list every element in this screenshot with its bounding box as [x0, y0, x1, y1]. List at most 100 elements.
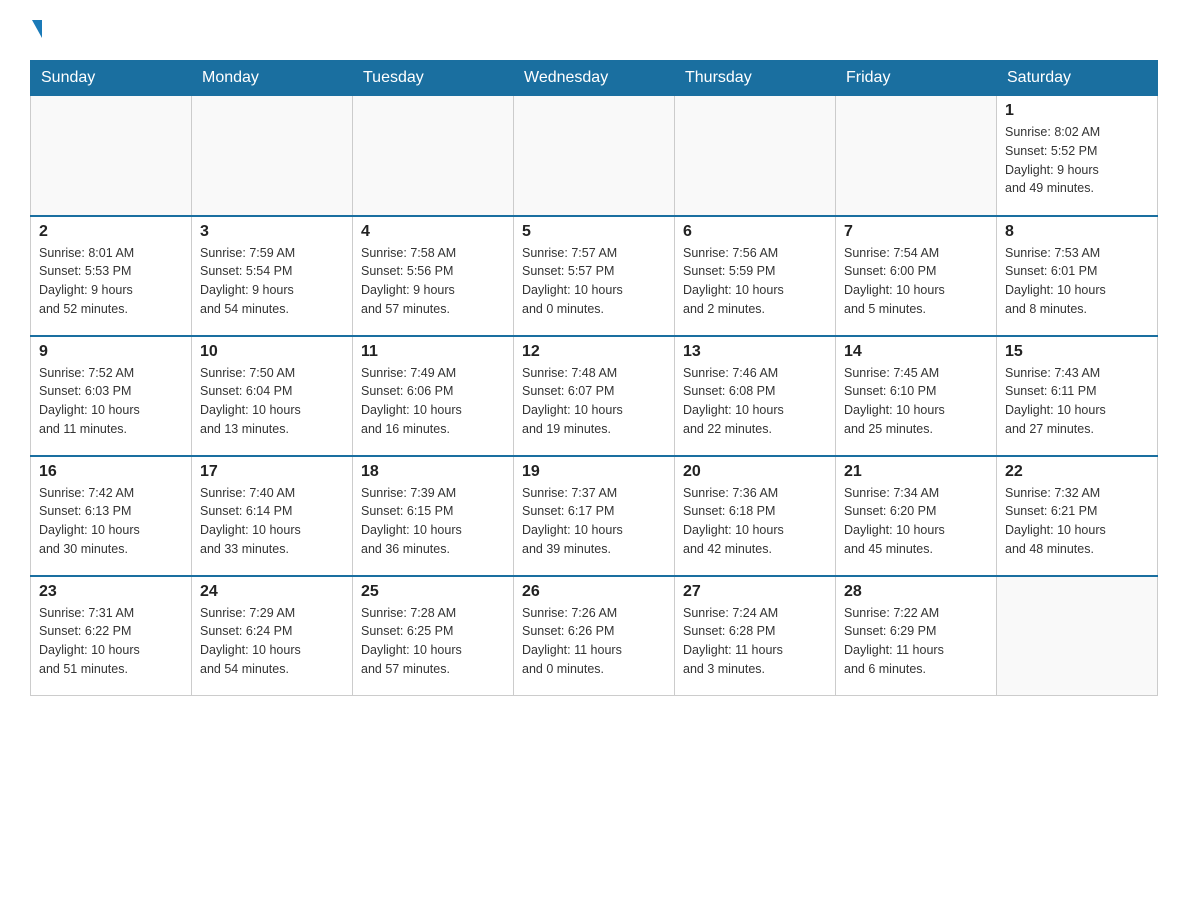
calendar-table: SundayMondayTuesdayWednesdayThursdayFrid…: [30, 60, 1158, 696]
calendar-cell: [514, 96, 675, 216]
calendar-cell: 20 Sunrise: 7:36 AMSunset: 6:18 PMDayligh…: [675, 456, 836, 576]
calendar-cell: 18 Sunrise: 7:39 AMSunset: 6:15 PMDayligh…: [353, 456, 514, 576]
day-header-wednesday: Wednesday: [514, 61, 675, 96]
calendar-header-row: SundayMondayTuesdayWednesdayThursdayFrid…: [31, 61, 1158, 96]
calendar-cell: 5Sunrise: 7:57 AMSunset: 5:57 PMDaylight…: [514, 216, 675, 336]
day-number: 28: [844, 583, 988, 601]
day-info: Sunrise: 7:45 AMSunset: 6:10 PMDaylight:…: [844, 364, 988, 439]
page-header: [30, 20, 1158, 40]
calendar-cell: 10 Sunrise: 7:50 AMSunset: 6:04 PMDayligh…: [192, 336, 353, 456]
day-info: Sunrise: 7:29 AMSunset: 6:24 PMDaylight:…: [200, 604, 344, 679]
calendar-cell: 27 Sunrise: 7:24 AMSunset: 6:28 PMDayligh…: [675, 576, 836, 696]
calendar-cell: 19Sunrise: 7:37 AMSunset: 6:17 PMDayligh…: [514, 456, 675, 576]
calendar-cell: 25 Sunrise: 7:28 AMSunset: 6:25 PMDayligh…: [353, 576, 514, 696]
day-info: Sunrise: 7:28 AMSunset: 6:25 PMDaylight:…: [361, 604, 505, 679]
calendar-cell: 23Sunrise: 7:31 AMSunset: 6:22 PMDayligh…: [31, 576, 192, 696]
day-number: 5: [522, 223, 666, 241]
day-number: 3: [200, 223, 344, 241]
day-info: Sunrise: 7:37 AMSunset: 6:17 PMDaylight:…: [522, 484, 666, 559]
day-number: 25: [361, 583, 505, 601]
day-number: 20: [683, 463, 827, 481]
day-number: 22: [1005, 463, 1149, 481]
day-info: Sunrise: 7:52 AMSunset: 6:03 PMDaylight:…: [39, 364, 183, 439]
calendar-cell: [997, 576, 1158, 696]
day-header-friday: Friday: [836, 61, 997, 96]
calendar-cell: 16 Sunrise: 7:42 AMSunset: 6:13 PMDayligh…: [31, 456, 192, 576]
day-header-tuesday: Tuesday: [353, 61, 514, 96]
calendar-week-row: 1 Sunrise: 8:02 AMSunset: 5:52 PMDaylight…: [31, 96, 1158, 216]
day-number: 16: [39, 463, 183, 481]
day-number: 14: [844, 343, 988, 361]
day-info: Sunrise: 7:49 AMSunset: 6:06 PMDaylight:…: [361, 364, 505, 439]
calendar-cell: 14 Sunrise: 7:45 AMSunset: 6:10 PMDayligh…: [836, 336, 997, 456]
calendar-cell: 3 Sunrise: 7:59 AMSunset: 5:54 PMDaylight…: [192, 216, 353, 336]
day-info: Sunrise: 7:36 AMSunset: 6:18 PMDaylight:…: [683, 484, 827, 559]
calendar-cell: [836, 96, 997, 216]
calendar-cell: 26 Sunrise: 7:26 AMSunset: 6:26 PMDayligh…: [514, 576, 675, 696]
day-info: Sunrise: 7:56 AMSunset: 5:59 PMDaylight:…: [683, 244, 827, 319]
day-number: 18: [361, 463, 505, 481]
day-info: Sunrise: 7:26 AMSunset: 6:26 PMDaylight:…: [522, 604, 666, 679]
day-info: Sunrise: 7:43 AMSunset: 6:11 PMDaylight:…: [1005, 364, 1149, 439]
day-info: Sunrise: 8:02 AMSunset: 5:52 PMDaylight:…: [1005, 123, 1149, 198]
calendar-cell: 8 Sunrise: 7:53 AMSunset: 6:01 PMDaylight…: [997, 216, 1158, 336]
day-info: Sunrise: 7:34 AMSunset: 6:20 PMDaylight:…: [844, 484, 988, 559]
day-number: 2: [39, 223, 183, 241]
day-info: Sunrise: 7:39 AMSunset: 6:15 PMDaylight:…: [361, 484, 505, 559]
calendar-cell: [675, 96, 836, 216]
calendar-cell: [192, 96, 353, 216]
day-number: 9: [39, 343, 183, 361]
calendar-cell: 11Sunrise: 7:49 AMSunset: 6:06 PMDayligh…: [353, 336, 514, 456]
calendar-cell: [353, 96, 514, 216]
calendar-cell: 7 Sunrise: 7:54 AMSunset: 6:00 PMDaylight…: [836, 216, 997, 336]
day-number: 17: [200, 463, 344, 481]
day-info: Sunrise: 7:22 AMSunset: 6:29 PMDaylight:…: [844, 604, 988, 679]
calendar-week-row: 16 Sunrise: 7:42 AMSunset: 6:13 PMDayligh…: [31, 456, 1158, 576]
day-number: 8: [1005, 223, 1149, 241]
calendar-cell: 6 Sunrise: 7:56 AMSunset: 5:59 PMDaylight…: [675, 216, 836, 336]
day-info: Sunrise: 7:53 AMSunset: 6:01 PMDaylight:…: [1005, 244, 1149, 319]
day-number: 6: [683, 223, 827, 241]
day-info: Sunrise: 7:32 AMSunset: 6:21 PMDaylight:…: [1005, 484, 1149, 559]
day-info: Sunrise: 7:54 AMSunset: 6:00 PMDaylight:…: [844, 244, 988, 319]
day-number: 24: [200, 583, 344, 601]
day-number: 13: [683, 343, 827, 361]
calendar-cell: 4 Sunrise: 7:58 AMSunset: 5:56 PMDaylight…: [353, 216, 514, 336]
calendar-cell: 15 Sunrise: 7:43 AMSunset: 6:11 PMDayligh…: [997, 336, 1158, 456]
day-info: Sunrise: 7:24 AMSunset: 6:28 PMDaylight:…: [683, 604, 827, 679]
day-number: 26: [522, 583, 666, 601]
day-info: Sunrise: 7:59 AMSunset: 5:54 PMDaylight:…: [200, 244, 344, 319]
day-info: Sunrise: 7:48 AMSunset: 6:07 PMDaylight:…: [522, 364, 666, 439]
day-number: 15: [1005, 343, 1149, 361]
calendar-cell: 28 Sunrise: 7:22 AMSunset: 6:29 PMDayligh…: [836, 576, 997, 696]
calendar-week-row: 23Sunrise: 7:31 AMSunset: 6:22 PMDayligh…: [31, 576, 1158, 696]
day-info: Sunrise: 7:40 AMSunset: 6:14 PMDaylight:…: [200, 484, 344, 559]
day-info: Sunrise: 7:46 AMSunset: 6:08 PMDaylight:…: [683, 364, 827, 439]
calendar-cell: 1 Sunrise: 8:02 AMSunset: 5:52 PMDaylight…: [997, 96, 1158, 216]
calendar-cell: 22 Sunrise: 7:32 AMSunset: 6:21 PMDayligh…: [997, 456, 1158, 576]
day-number: 21: [844, 463, 988, 481]
day-info: Sunrise: 8:01 AMSunset: 5:53 PMDaylight:…: [39, 244, 183, 319]
day-header-thursday: Thursday: [675, 61, 836, 96]
day-number: 7: [844, 223, 988, 241]
day-number: 12: [522, 343, 666, 361]
calendar-cell: [31, 96, 192, 216]
day-number: 27: [683, 583, 827, 601]
calendar-cell: 17 Sunrise: 7:40 AMSunset: 6:14 PMDayligh…: [192, 456, 353, 576]
day-info: Sunrise: 7:50 AMSunset: 6:04 PMDaylight:…: [200, 364, 344, 439]
day-info: Sunrise: 7:42 AMSunset: 6:13 PMDaylight:…: [39, 484, 183, 559]
calendar-cell: 9 Sunrise: 7:52 AMSunset: 6:03 PMDaylight…: [31, 336, 192, 456]
logo-triangle-icon: [32, 20, 42, 38]
calendar-cell: 21 Sunrise: 7:34 AMSunset: 6:20 PMDayligh…: [836, 456, 997, 576]
calendar-cell: 24 Sunrise: 7:29 AMSunset: 6:24 PMDayligh…: [192, 576, 353, 696]
day-header-sunday: Sunday: [31, 61, 192, 96]
day-number: 1: [1005, 102, 1149, 120]
day-number: 23: [39, 583, 183, 601]
day-number: 10: [200, 343, 344, 361]
day-header-monday: Monday: [192, 61, 353, 96]
day-info: Sunrise: 7:58 AMSunset: 5:56 PMDaylight:…: [361, 244, 505, 319]
day-number: 4: [361, 223, 505, 241]
calendar-week-row: 2 Sunrise: 8:01 AMSunset: 5:53 PMDaylight…: [31, 216, 1158, 336]
calendar-cell: 2 Sunrise: 8:01 AMSunset: 5:53 PMDaylight…: [31, 216, 192, 336]
logo: [30, 20, 42, 40]
